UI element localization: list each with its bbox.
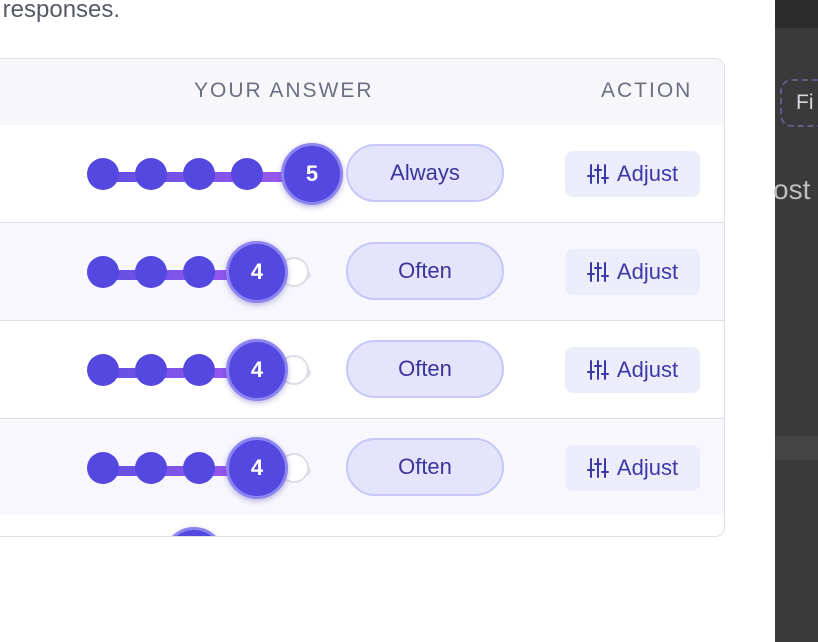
slider-step-1[interactable] (87, 256, 119, 288)
slider-step-1[interactable] (87, 354, 119, 386)
sliders-icon (586, 457, 609, 479)
slider-knob[interactable] (163, 527, 225, 536)
adjust-button[interactable]: Adjust (565, 249, 700, 295)
table-header: YOUR ANSWER ACTION (0, 59, 724, 126)
slider-step-3[interactable] (183, 452, 215, 484)
panel-header (775, 0, 818, 28)
adjust-label: Adjust (616, 161, 679, 186)
table-row: 4 Often Adjust (0, 419, 724, 517)
slider-step-4[interactable] (231, 158, 263, 190)
adjust-label: Adjust (616, 259, 679, 284)
slider-step-1[interactable] (87, 452, 119, 484)
answer-badge: Often (346, 438, 504, 496)
table-row-partial (0, 515, 724, 536)
slider-knob[interactable]: 4 (226, 241, 288, 303)
panel-text: ost (773, 174, 811, 205)
answer-badge: Often (346, 340, 504, 398)
panel-divider (775, 436, 818, 460)
adjust-button[interactable]: Adjust (565, 445, 700, 491)
instructions-text: r responses. (0, 0, 121, 23)
background-panel: Fi ost (773, 0, 818, 642)
slider-step-3[interactable] (183, 256, 215, 288)
slider-step-2[interactable] (135, 158, 167, 190)
slider-knob[interactable]: 4 (226, 437, 288, 499)
slider-step-2[interactable] (135, 354, 167, 386)
adjust-button[interactable]: Adjust (565, 347, 700, 393)
table-row: 4 Often Adjust (0, 321, 724, 419)
answer-badge: Always (346, 144, 504, 202)
answers-table: YOUR ANSWER ACTION 5 Always Adjust 4 Often Ad… (0, 58, 725, 537)
table-row: 4 Often Adjust (0, 223, 724, 321)
table-row: 5 Always Adjust (0, 125, 724, 223)
adjust-label: Adjust (616, 357, 679, 382)
adjust-label: Adjust (616, 455, 679, 480)
column-header-your-answer: YOUR ANSWER (194, 79, 374, 102)
slider-step-2[interactable] (135, 452, 167, 484)
slider-step-3[interactable] (183, 354, 215, 386)
sliders-icon (586, 163, 609, 185)
answer-badge: Often (346, 242, 504, 300)
sliders-icon (586, 261, 609, 283)
slider-step-3[interactable] (183, 158, 215, 190)
slider-knob[interactable]: 5 (281, 143, 343, 205)
slider-step-2[interactable] (135, 256, 167, 288)
column-header-action: ACTION (601, 79, 693, 102)
slider-step-1[interactable] (87, 158, 119, 190)
sliders-icon (586, 359, 609, 381)
slider-knob[interactable]: 4 (226, 339, 288, 401)
adjust-button[interactable]: Adjust (565, 151, 700, 197)
filter-button[interactable]: Fi (780, 79, 818, 127)
